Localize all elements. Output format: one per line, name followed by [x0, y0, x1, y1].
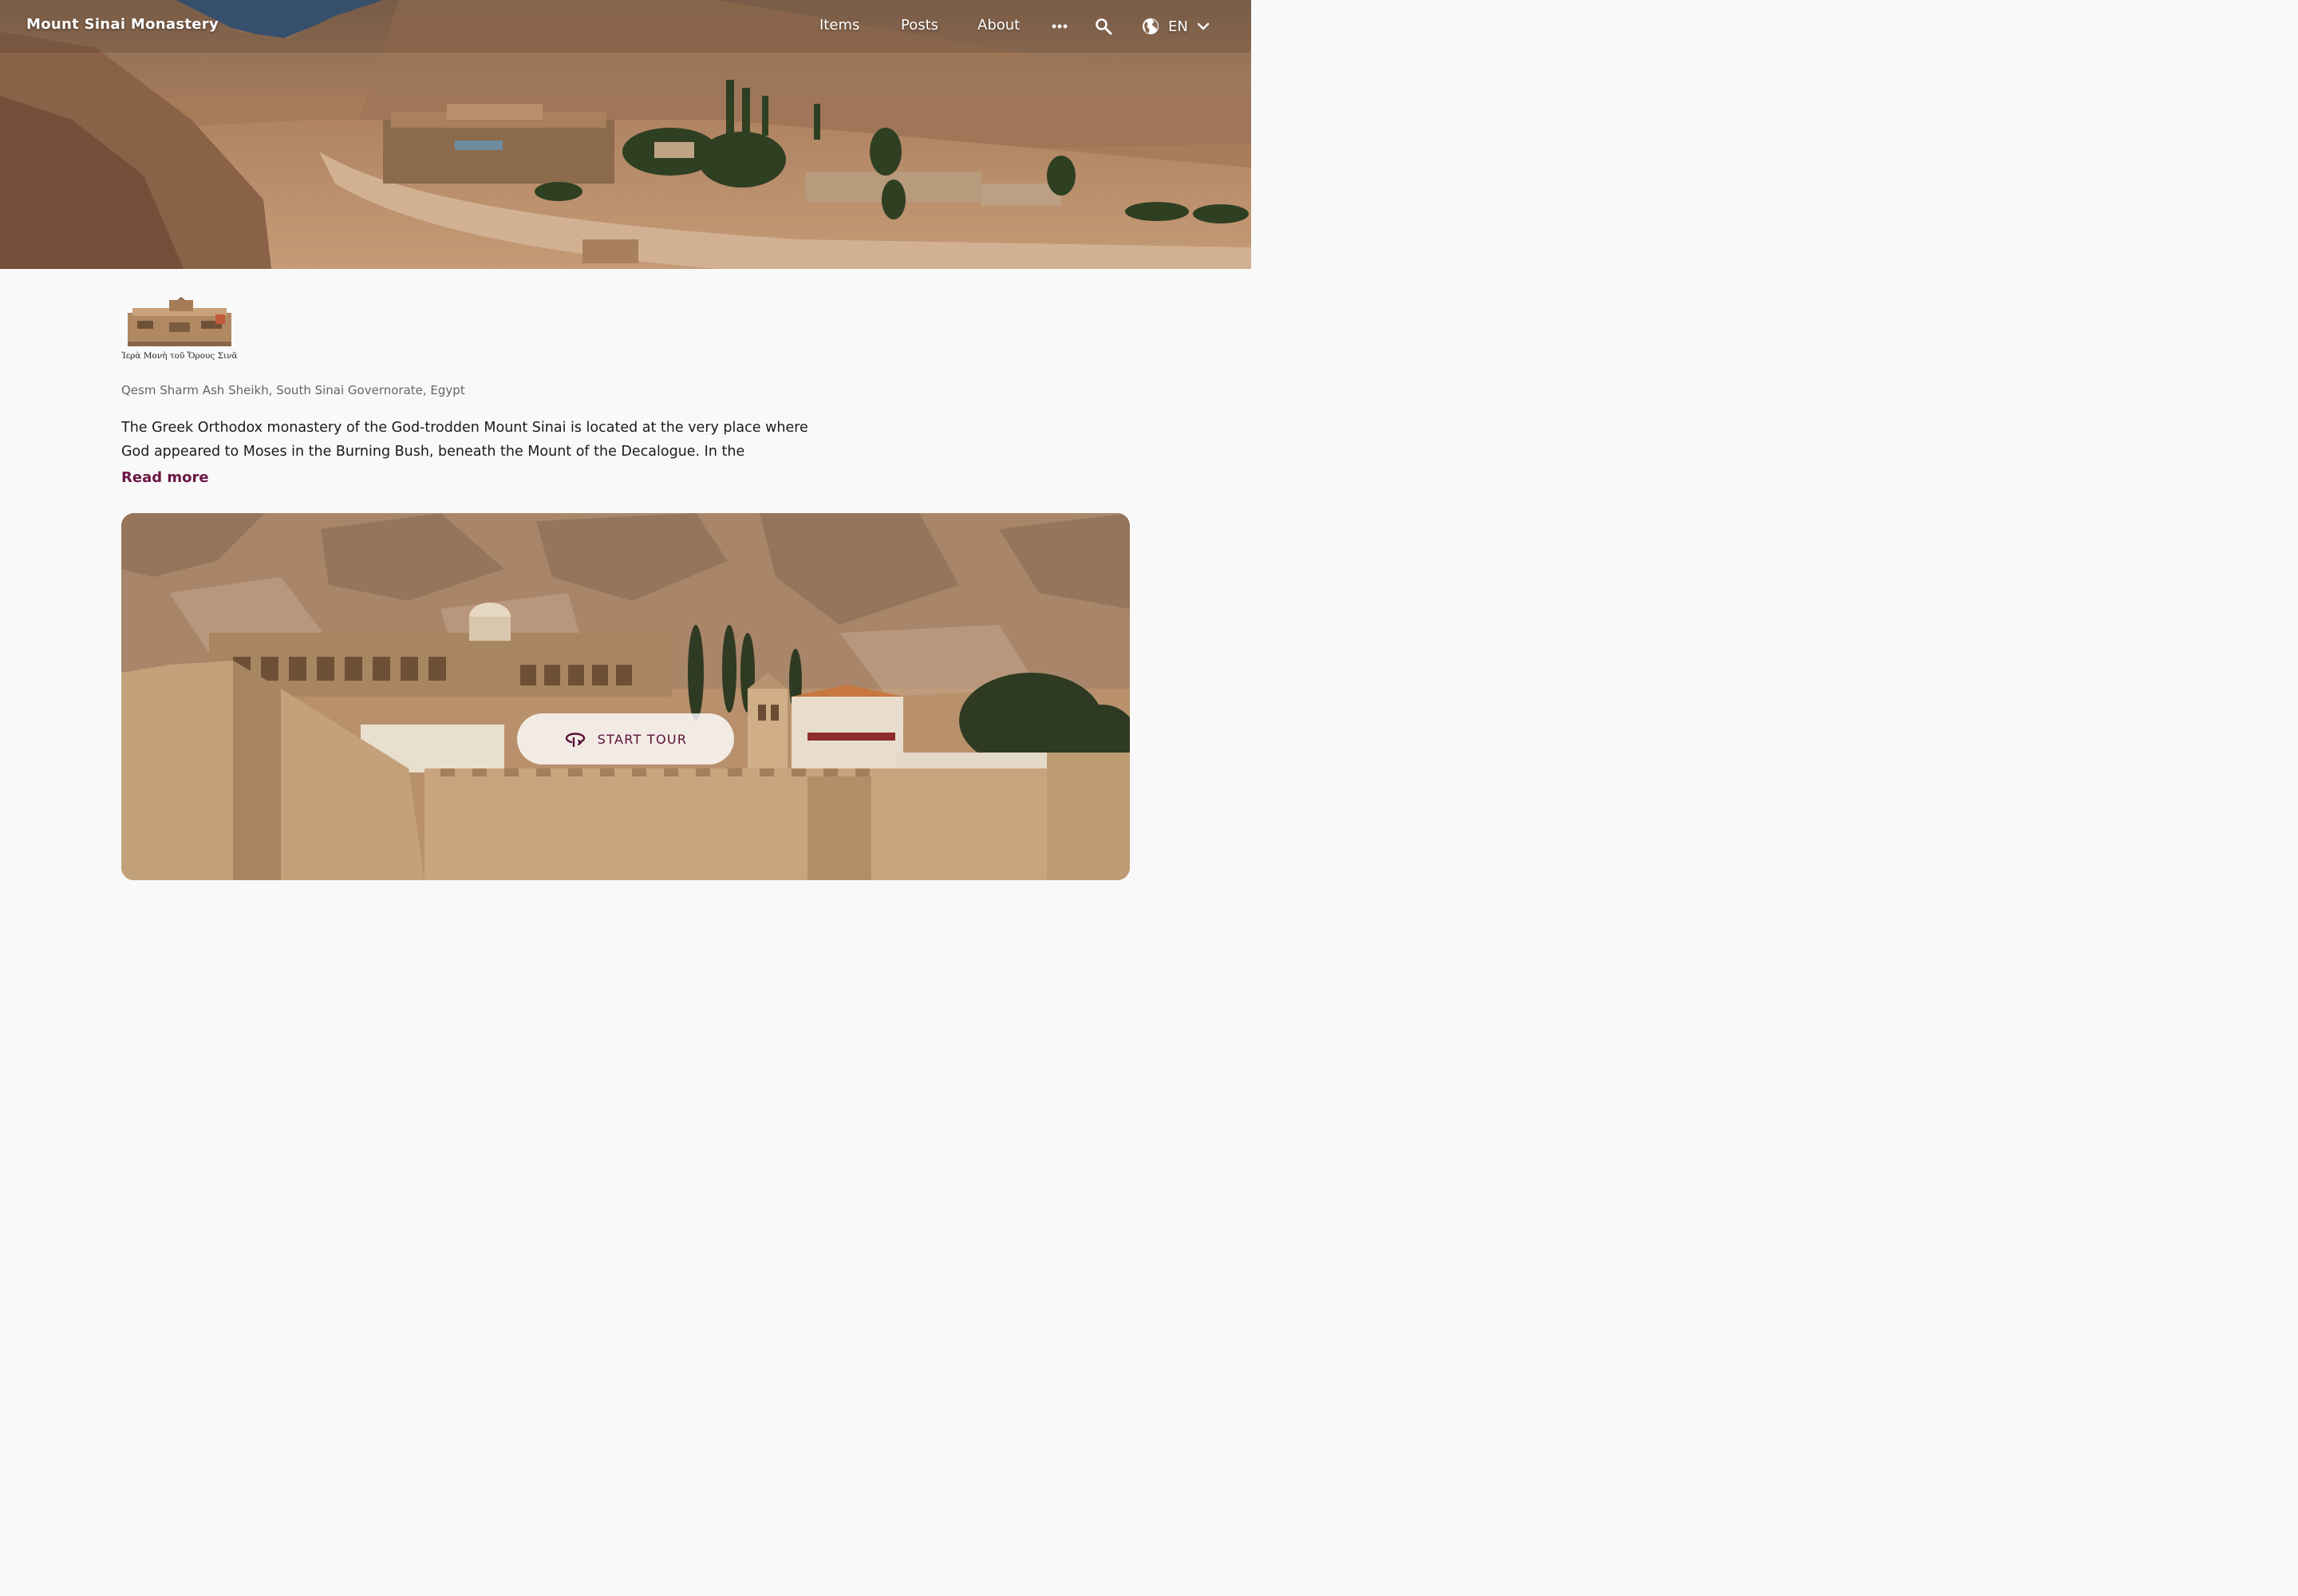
chevron-down-icon [1197, 22, 1210, 30]
start-tour-button[interactable]: START TOUR [517, 713, 734, 764]
monastery-logo-image [128, 297, 231, 346]
language-label: EN [1168, 18, 1188, 35]
language-selector[interactable]: EN [1141, 15, 1210, 38]
logo-caption: Ἱερὰ Μονὴ τοῦ Ὄρους Σινᾶ [121, 351, 238, 361]
location-text: Qesm Sharm Ash Sheikh, South Sinai Gover… [121, 383, 465, 397]
hero-banner: Mount Sinai Monastery Items Posts About [0, 0, 1251, 269]
site-title[interactable]: Mount Sinai Monastery [26, 16, 219, 33]
360-rotate-icon [565, 733, 585, 748]
nav-about-link[interactable]: About [977, 17, 1020, 34]
nav-items-link[interactable]: Items [819, 17, 859, 34]
description-text: The Greek Orthodox monastery of the God-… [121, 420, 808, 460]
more-menu-icon[interactable] [1051, 18, 1068, 38]
search-icon[interactable] [1094, 17, 1113, 39]
top-navigation-bar: Mount Sinai Monastery Items Posts About [0, 0, 1251, 53]
start-tour-label: START TOUR [597, 731, 688, 747]
monastery-logo: Ἱερὰ Μονὴ τοῦ Ὄρους Σινᾶ [121, 297, 238, 365]
virtual-tour-preview[interactable]: START TOUR [121, 513, 1130, 880]
globe-icon [1143, 18, 1159, 34]
read-more-link[interactable]: Read more [121, 469, 209, 486]
tour-preview-image [121, 513, 1130, 880]
nav-posts-link[interactable]: Posts [901, 17, 938, 34]
